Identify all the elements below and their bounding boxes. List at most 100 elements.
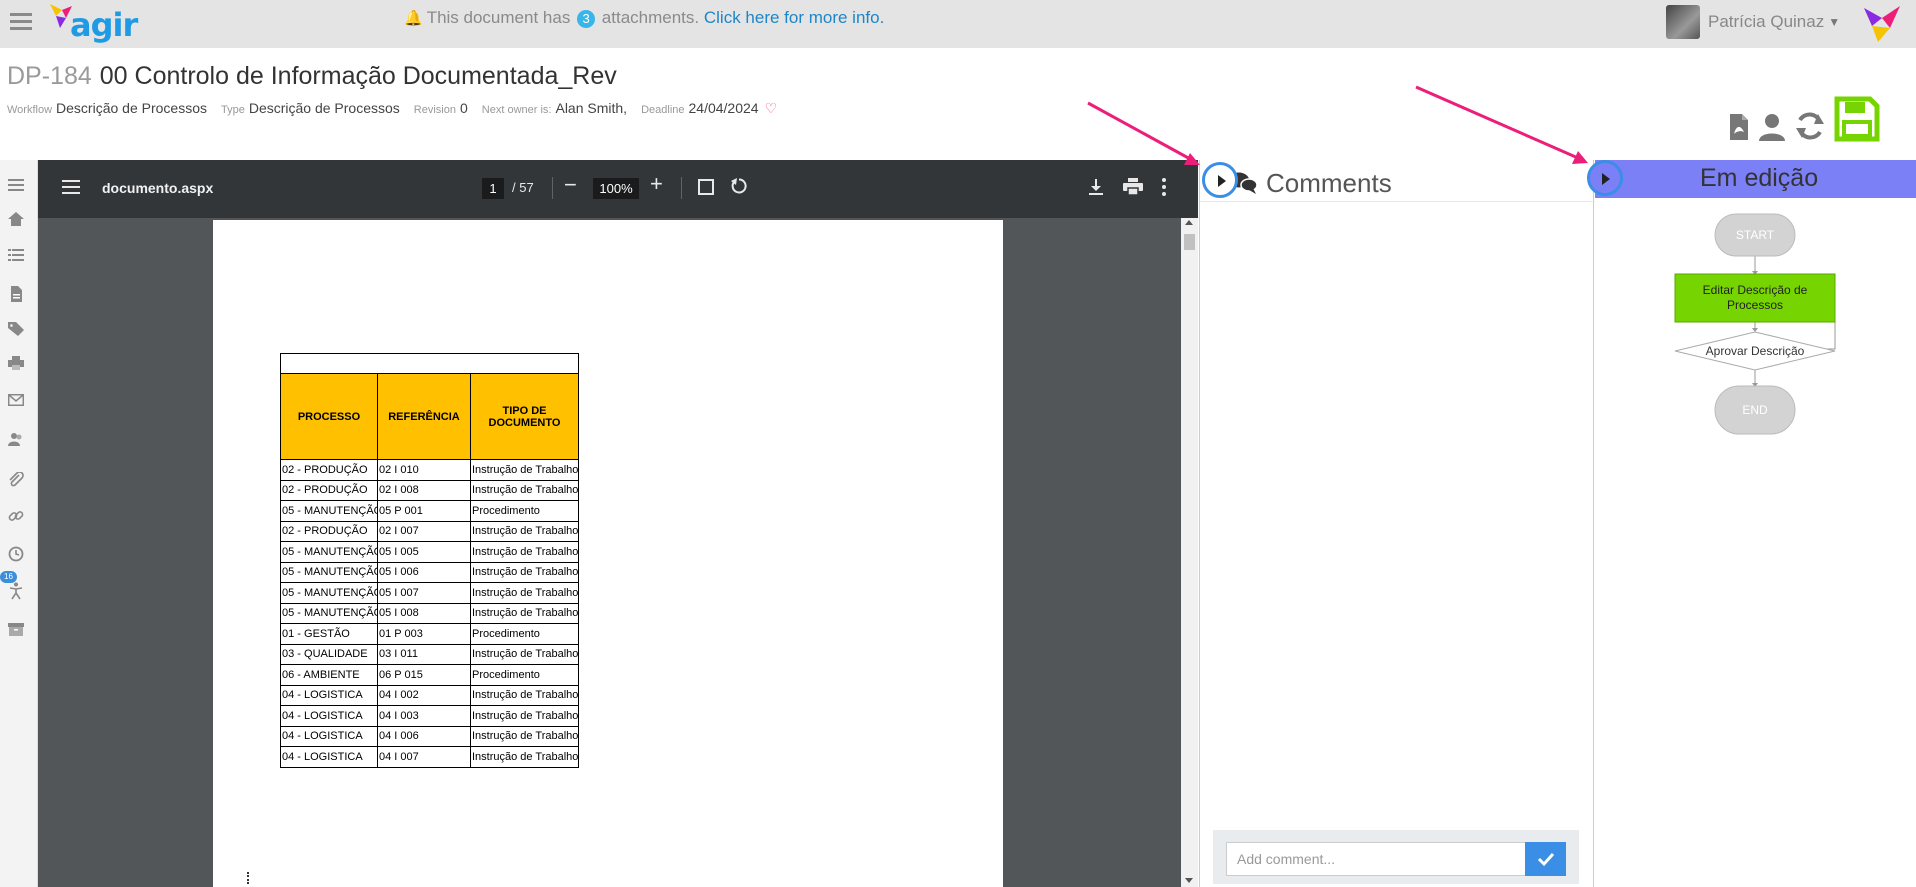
page-number-input[interactable]: 1 (482, 178, 504, 199)
table-cell: 04 - LOGISTICA (280, 746, 378, 768)
column-header-referencia: REFERÊNCIA (377, 373, 471, 460)
menu-icon[interactable] (8, 178, 24, 192)
revision-label: Revision (413, 104, 456, 116)
table-cell: 05 I 007 (377, 582, 471, 604)
workflow-node-approve[interactable]: Aprovar Descrição (1674, 331, 1836, 371)
table-cell: Instrução de Trabalho (470, 746, 579, 768)
left-rail (0, 160, 38, 887)
table-cell: Procedimento (470, 623, 579, 645)
revision-value: 0 (459, 100, 468, 116)
clock-icon[interactable] (8, 546, 24, 562)
table-cell: 02 - PRODUÇÃO (280, 479, 378, 501)
collapse-comments-button[interactable] (1202, 162, 1238, 198)
scroll-up-arrow[interactable] (1185, 220, 1193, 225)
favorite-heart-icon[interactable]: ♡ (765, 100, 778, 117)
send-comment-button[interactable] (1525, 842, 1566, 876)
user-icon[interactable] (1758, 112, 1786, 142)
avatar (1666, 5, 1700, 39)
annotation-arrow-line (1087, 101, 1193, 162)
table-row: 04 - LOGISTICA 04 I 003 Instrução de Traba… (280, 705, 579, 727)
agir-logo[interactable]: agir (48, 2, 138, 44)
table-cell: 04 I 006 (377, 725, 471, 747)
user-menu[interactable]: Patrícia Quinaz ▼ (1666, 2, 1840, 42)
link-icon[interactable] (8, 508, 24, 522)
pdf-icon[interactable] (1728, 112, 1750, 142)
zoom-in-button[interactable]: + (650, 171, 663, 197)
download-icon[interactable] (1088, 178, 1104, 196)
table-cell: Instrução de Trabalho (470, 479, 579, 501)
table-row: 05 - MANUTENÇÃO 05 I 005 Instrução de Trab… (280, 541, 579, 563)
table-cell: 05 I 008 (377, 602, 471, 624)
main-menu-button[interactable] (10, 10, 32, 32)
workflow-node-end[interactable]: END (1714, 385, 1796, 435)
attachments-notice: 🔔 This document has 3 attachments. Click … (404, 8, 884, 28)
owner-value: Alan Smith, (555, 100, 628, 116)
print-icon[interactable] (8, 356, 24, 370)
table-cell: 04 - LOGISTICA (280, 684, 378, 706)
rotate-icon[interactable] (730, 177, 748, 195)
mail-icon[interactable] (8, 394, 24, 408)
table-cell: 05 - MANUTENÇÃO (280, 561, 378, 583)
table-cell: 04 - LOGISTICA (280, 725, 378, 747)
print-icon[interactable] (1123, 178, 1143, 196)
document-icon[interactable] (8, 286, 24, 302)
workflow-node-edit[interactable]: Editar Descrição de Processos (1674, 273, 1836, 323)
fit-page-icon[interactable] (698, 179, 714, 195)
brand-mark-icon (1864, 6, 1900, 42)
type-value: Descrição de Processos (248, 100, 400, 116)
table-cell: 02 I 010 (377, 459, 471, 481)
workflow-header: Em edição (1595, 160, 1916, 198)
comments-title: Comments (1266, 168, 1392, 198)
page-margin-mark (247, 872, 249, 884)
users-icon[interactable] (8, 432, 24, 446)
top-bar: agir 🔔 This document has 3 attachments. C… (0, 0, 1916, 48)
scroll-thumb[interactable] (1184, 234, 1195, 250)
table-cell: 05 P 001 (377, 500, 471, 522)
table-cell: 05 - MANUTENÇÃO (280, 602, 378, 624)
document-code: DP-184 (7, 62, 92, 90)
table-cell: Procedimento (470, 664, 579, 686)
zoom-out-button[interactable]: − (564, 172, 577, 198)
table-cell: 04 - LOGISTICA (280, 705, 378, 727)
scroll-down-arrow[interactable] (1185, 878, 1193, 883)
home-icon[interactable] (8, 212, 24, 226)
workflow-diagram: START Editar Descrição de Processos Apro… (1674, 213, 1836, 435)
node-approve-label: Aprovar Descrição (1706, 344, 1805, 358)
table-cell: 05 - MANUTENÇÃO (280, 500, 378, 522)
refresh-icon[interactable] (1794, 110, 1826, 142)
document-page: PROCESSO REFERÊNCIA TIPO DE DOCUMENTO 02… (213, 220, 1003, 887)
collapse-workflow-button[interactable] (1587, 160, 1623, 196)
node-edit-label-line2: Processos (1727, 298, 1783, 312)
table-cell: Instrução de Trabalho (470, 643, 579, 665)
save-icon[interactable] (1834, 96, 1880, 142)
node-edit-label-line1: Editar Descrição de (1703, 283, 1808, 297)
zoom-level-input[interactable]: 100% (593, 178, 639, 199)
workflow-node-start[interactable]: START (1714, 213, 1796, 257)
table-cell: 02 I 008 (377, 479, 471, 501)
viewer-scrollbar[interactable] (1181, 218, 1198, 887)
more-options-icon[interactable] (1162, 178, 1168, 198)
table-cell: Instrução de Trabalho (470, 541, 579, 563)
comments-header: Comments (1200, 160, 1595, 202)
page-title: DP-184 00 Controlo de Informação Document… (7, 62, 617, 91)
attachments-info-link[interactable]: Click here for more info. (704, 8, 884, 27)
pdf-viewer: documento.aspx 1 / 57 − 100% + PROCESSO (38, 160, 1198, 887)
comment-input[interactable] (1226, 842, 1526, 876)
archive-icon[interactable] (8, 622, 24, 636)
table-cell: 02 - PRODUÇÃO (280, 520, 378, 542)
deadline-label: Deadline (641, 104, 685, 116)
workflow-value: Descrição de Processos (56, 100, 207, 116)
tags-icon[interactable] (8, 322, 24, 336)
table-cell: Instrução de Trabalho (470, 561, 579, 583)
table-row: 01 - GESTÃO 01 P 003 Procedimento (280, 623, 579, 645)
accessibility-icon[interactable] (8, 582, 24, 600)
viewer-menu-icon[interactable] (62, 180, 80, 196)
paperclip-icon[interactable] (8, 471, 24, 487)
table-cell: 05 - MANUTENÇÃO (280, 541, 378, 563)
table-row: 02 - PRODUÇÃO 02 I 008 Instrução de Trabal… (280, 479, 579, 501)
table-body: 02 - PRODUÇÃO 02 I 010 Instrução de Trabal… (280, 459, 579, 768)
document-actions (1728, 96, 1880, 142)
document-table: PROCESSO REFERÊNCIA TIPO DE DOCUMENTO 02… (280, 353, 579, 768)
list-icon[interactable] (8, 248, 24, 262)
comments-panel: Comments (1199, 160, 1595, 887)
